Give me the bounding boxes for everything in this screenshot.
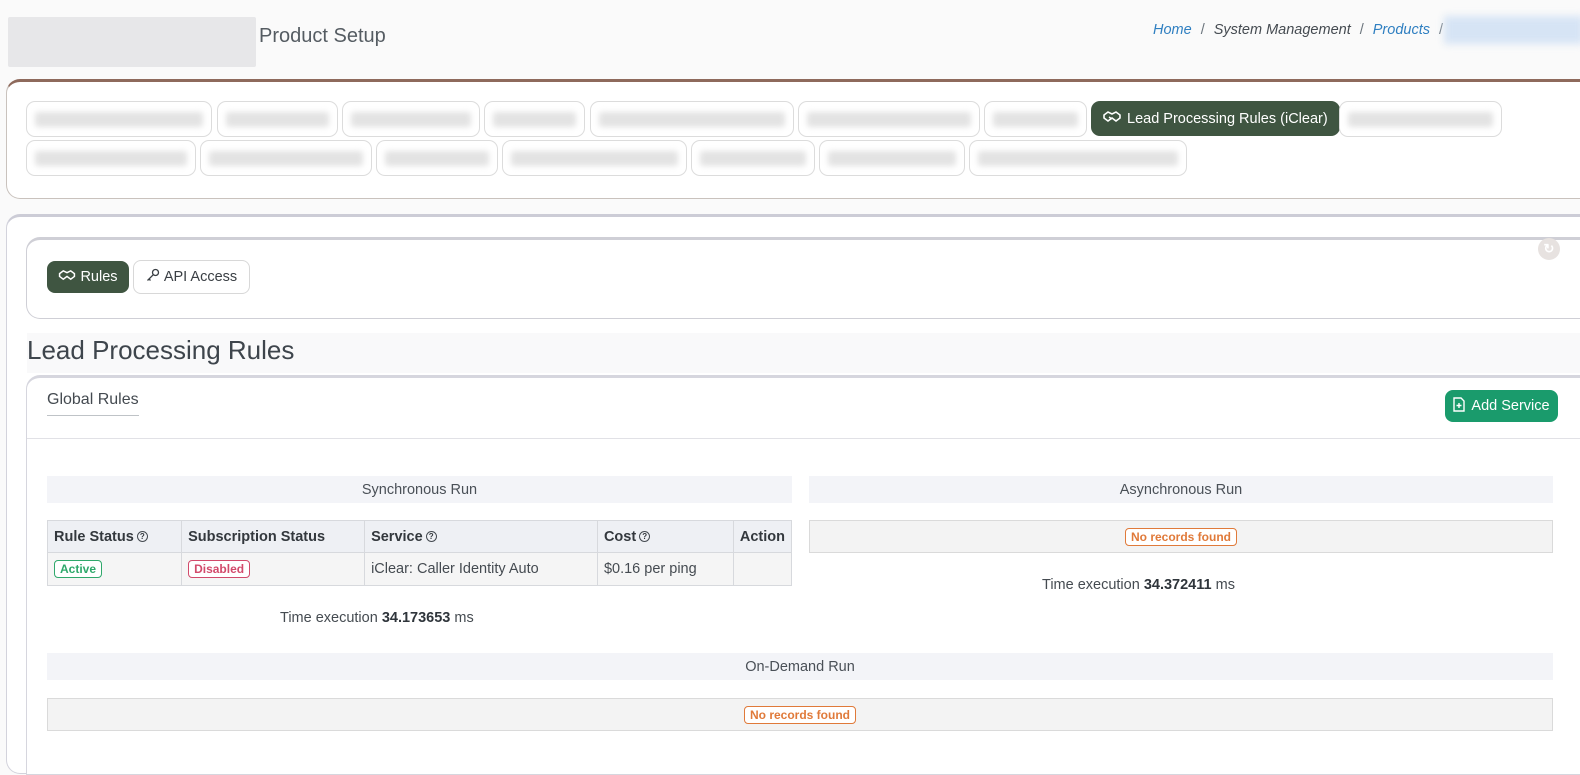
no-records-badge: No records found	[1124, 527, 1237, 546]
breadcrumb-separator: /	[1200, 22, 1205, 38]
tab-redacted[interactable]	[1339, 101, 1502, 137]
tab-redacted[interactable]	[484, 101, 585, 137]
breadcrumb-separator: /	[1359, 22, 1364, 38]
column-header-service: Service?	[364, 520, 598, 553]
handshake-icon	[58, 269, 76, 286]
synchronous-run-header: Synchronous Run	[47, 476, 792, 503]
breadcrumb-separator: /	[1439, 22, 1444, 38]
help-icon[interactable]: ?	[425, 531, 437, 543]
help-icon[interactable]: ?	[136, 531, 148, 543]
refresh-icon[interactable]: ↻	[1538, 238, 1560, 260]
status-badge-disabled[interactable]: Disabled	[188, 560, 251, 578]
column-header-action: Action	[732, 520, 793, 553]
handshake-icon	[1103, 110, 1121, 128]
tab-redacted[interactable]	[969, 140, 1187, 176]
cell-service: iClear: Caller Identity Auto	[364, 552, 598, 586]
section-heading: Lead Processing Rules	[27, 335, 295, 365]
cell-action	[732, 552, 793, 586]
key-icon	[146, 268, 160, 286]
column-header-cost: Cost?	[596, 520, 734, 553]
column-header-rule-status: Rule Status?	[46, 520, 183, 553]
api-access-label: API Access	[163, 269, 238, 285]
sync-rules-table: Rule Status? Subscription Status Service…	[46, 520, 793, 586]
tab-redacted[interactable]	[200, 140, 372, 176]
on-demand-run-header: On-Demand Run	[47, 653, 1553, 680]
add-service-label: Add Service	[1471, 398, 1550, 414]
tab-redacted[interactable]	[590, 101, 794, 137]
tab-label: Lead Processing Rules (iClear)	[1127, 110, 1328, 127]
product-tabs-card	[6, 79, 1580, 199]
breadcrumb: Home / System Management / Products /	[1153, 22, 1452, 38]
async-empty-row: No records found	[809, 520, 1553, 553]
add-service-button[interactable]: Add Service	[1445, 390, 1558, 422]
rules-button[interactable]: Rules	[47, 261, 129, 293]
tab-redacted[interactable]	[502, 140, 687, 176]
table-row: Active Disabled iClear: Caller Identity …	[46, 552, 793, 586]
tab-redacted[interactable]	[342, 101, 480, 137]
column-header-subscription-status: Subscription Status	[181, 520, 366, 553]
breadcrumb-current-redacted	[1444, 16, 1580, 44]
no-records-badge: No records found	[743, 705, 856, 724]
tab-redacted[interactable]	[217, 101, 338, 137]
asynchronous-run-header: Asynchronous Run	[809, 476, 1553, 503]
divider	[27, 438, 1580, 439]
rules-button-label: Rules	[80, 269, 118, 285]
api-access-button[interactable]: API Access	[133, 260, 250, 294]
tab-redacted[interactable]	[984, 101, 1087, 137]
breadcrumb-products[interactable]: Products	[1373, 22, 1430, 38]
tab-redacted[interactable]	[26, 140, 196, 176]
tab-redacted[interactable]	[798, 101, 980, 137]
file-plus-icon	[1453, 396, 1466, 416]
tab-redacted[interactable]	[26, 101, 212, 137]
ondemand-empty-row: No records found	[47, 698, 1553, 731]
status-badge-active[interactable]: Active	[54, 560, 103, 578]
breadcrumb-home[interactable]: Home	[1153, 22, 1192, 38]
tab-redacted[interactable]	[691, 140, 815, 176]
async-time-execution: Time execution 34.372411 ms	[1042, 577, 1235, 593]
cell-cost: $0.16 per ping	[596, 552, 734, 586]
tab-redacted[interactable]	[819, 140, 965, 176]
tab-global-rules[interactable]: Global Rules	[47, 391, 139, 416]
tab-redacted[interactable]	[376, 140, 498, 176]
page-title: Product Setup	[259, 25, 386, 47]
company-name-redacted	[8, 17, 256, 67]
sync-time-execution: Time execution 34.173653 ms	[280, 610, 474, 626]
help-icon[interactable]: ?	[639, 531, 651, 543]
page-header: Product Setup Home / System Management /…	[0, 0, 1580, 72]
cell-rule-status: Active	[46, 552, 183, 586]
rules-subnav	[26, 237, 1580, 319]
breadcrumb-system-management: System Management	[1213, 22, 1351, 38]
tab-lead-processing-rules[interactable]: Lead Processing Rules (iClear)	[1091, 101, 1340, 136]
cell-subscription-status: Disabled	[181, 552, 366, 586]
